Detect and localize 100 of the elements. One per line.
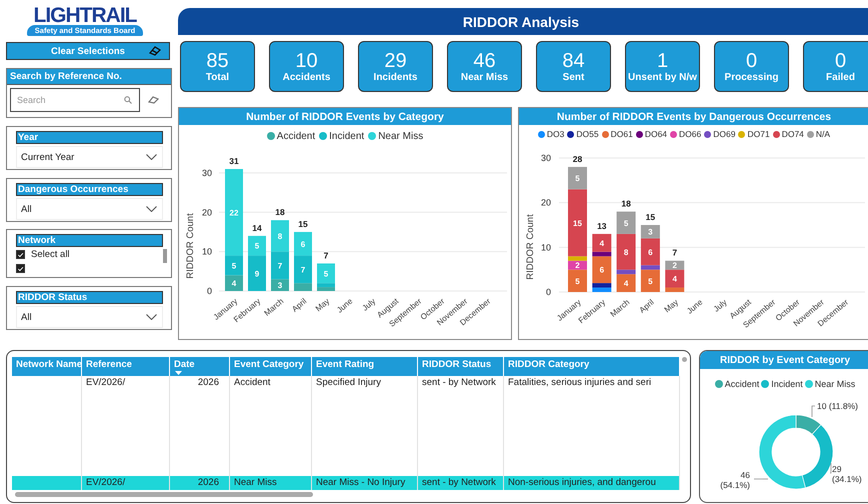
dropdown[interactable]: All <box>16 306 163 328</box>
bar-segment[interactable] <box>640 225 660 238</box>
data-label: 4 <box>232 279 236 288</box>
axis-tick-label: June <box>335 296 354 315</box>
dropdown[interactable]: All <box>16 198 163 220</box>
filter-title: Dangerous Occurrences <box>16 183 163 196</box>
scrollbar-thumb[interactable] <box>682 357 687 362</box>
chart-title: RIDDOR by Event Category <box>700 351 868 369</box>
bar-segment[interactable] <box>616 274 636 292</box>
total-label: 15 <box>298 218 308 229</box>
kpi-label: Failed <box>826 72 855 83</box>
bar-segment[interactable] <box>568 166 587 190</box>
total-label: 13 <box>597 220 607 231</box>
axis-tick-label: 30 <box>540 153 551 163</box>
filter-title: RIDDOR Status <box>16 291 163 304</box>
bar-segment[interactable] <box>225 275 243 291</box>
axis-tick-label: 20 <box>540 198 551 208</box>
data-label: 6 <box>300 240 306 249</box>
bar-segment[interactable] <box>271 279 289 291</box>
table-cell: sent - by Network <box>422 477 496 488</box>
kpi-value: 85 <box>206 50 229 72</box>
bar-segment[interactable] <box>616 234 636 270</box>
bar-segment[interactable] <box>640 265 660 270</box>
legend-label[interactable]: Accident <box>724 379 760 389</box>
data-label: 5 <box>232 261 236 270</box>
axis-tick-label: 20 <box>202 207 212 218</box>
data-label: 22 <box>230 208 238 218</box>
bar-segment[interactable] <box>592 256 612 284</box>
legend-label[interactable]: Incident <box>329 130 364 142</box>
bar-segment[interactable] <box>616 212 636 234</box>
bar-segment[interactable] <box>592 234 612 252</box>
axis-tick-label: 0 <box>546 287 551 297</box>
table-cell: 2026 <box>198 477 219 488</box>
bar-segment[interactable] <box>592 283 612 288</box>
legend-label[interactable]: N/A <box>816 129 830 139</box>
data-label: 3 <box>648 228 653 237</box>
legend-label[interactable]: Near Miss <box>378 130 424 142</box>
axis-tick-label: May <box>314 296 332 314</box>
donut-slice[interactable] <box>802 424 834 488</box>
bar-segment[interactable] <box>665 260 684 270</box>
checkbox[interactable] <box>16 250 25 259</box>
legend-label[interactable]: Accident <box>276 130 316 142</box>
chart-title: Number of RIDDOR Events by Dangerous Occurrences <box>519 108 868 125</box>
kpi-label: Processing <box>724 72 778 83</box>
total-label: 28 <box>572 154 582 164</box>
legend-label[interactable]: DO71 <box>747 129 770 139</box>
eraser-icon <box>149 46 161 56</box>
axis-tick-label: July <box>712 298 729 314</box>
legend-label[interactable]: Incident <box>771 379 803 389</box>
legend-label[interactable]: DO69 <box>713 129 736 139</box>
dropdown[interactable]: Current Year <box>16 146 163 168</box>
data-label: 4 <box>672 274 677 284</box>
kpi-label: Unsent by N/w <box>628 72 697 83</box>
bar-segment[interactable] <box>616 270 636 274</box>
total-label: 14 <box>252 222 262 233</box>
bar-segment[interactable] <box>640 238 660 266</box>
axis-tick-label: July <box>360 296 378 313</box>
total-label: 31 <box>229 156 239 166</box>
table-row[interactable]: EV/2026/ 2026 Near Miss Near Miss - No Injury sent - by Network Non-serious injuries, and dangerou <box>12 476 680 490</box>
search-icon <box>124 96 132 104</box>
data-label: 5 <box>324 269 328 278</box>
legend-label[interactable]: DO61 <box>610 129 633 139</box>
filter-title: Year <box>16 131 163 144</box>
donut-slice[interactable] <box>796 414 822 435</box>
logo-name: LIGHTRAIL <box>34 6 136 25</box>
data-label: 6 <box>648 248 653 257</box>
data-label: 8 <box>278 232 282 241</box>
scrollbar-thumb[interactable] <box>15 492 313 497</box>
data-label: 6 <box>600 266 604 275</box>
legend-label[interactable]: DO3 <box>546 129 564 139</box>
axis-title: RIDDOR Count <box>185 213 196 279</box>
table-cell: Accident <box>234 377 270 388</box>
dashboard-title: RIDDOR Analysis <box>178 8 868 35</box>
legend-label[interactable]: DO74 <box>782 129 804 139</box>
checkbox[interactable] <box>16 264 25 273</box>
axis-tick-label: 10 <box>202 246 212 257</box>
legend-label[interactable]: DO55 <box>576 129 599 139</box>
scrollbar-thumb[interactable] <box>163 249 167 263</box>
axis-tick-label: 30 <box>202 168 212 178</box>
table-cell: EV/2026/ <box>86 477 126 488</box>
bar-segment[interactable] <box>592 252 612 256</box>
legend-label[interactable]: DO66 <box>679 129 702 139</box>
search-field[interactable]: Search <box>10 88 140 112</box>
data-label: 3 <box>278 281 282 290</box>
bar-segment[interactable] <box>568 270 587 292</box>
legend-label[interactable]: Near Miss <box>814 379 856 389</box>
legend-label[interactable]: DO64 <box>644 129 668 139</box>
bar-segment[interactable] <box>640 270 660 292</box>
bar-segment[interactable] <box>665 270 684 288</box>
total-label: 15 <box>646 212 656 222</box>
bar-segment[interactable] <box>225 256 243 276</box>
bar-segment[interactable] <box>568 260 587 270</box>
kpi-label: Accidents <box>282 72 330 83</box>
eraser-icon[interactable] <box>148 96 159 104</box>
data-label: 5 <box>575 174 580 184</box>
data-label: 2 <box>672 261 677 270</box>
data-label: 9 <box>254 269 260 278</box>
kpi-value: 0 <box>746 50 758 72</box>
data-label: 10 (11.8%) <box>817 401 858 411</box>
donut-slice[interactable] <box>758 414 806 490</box>
